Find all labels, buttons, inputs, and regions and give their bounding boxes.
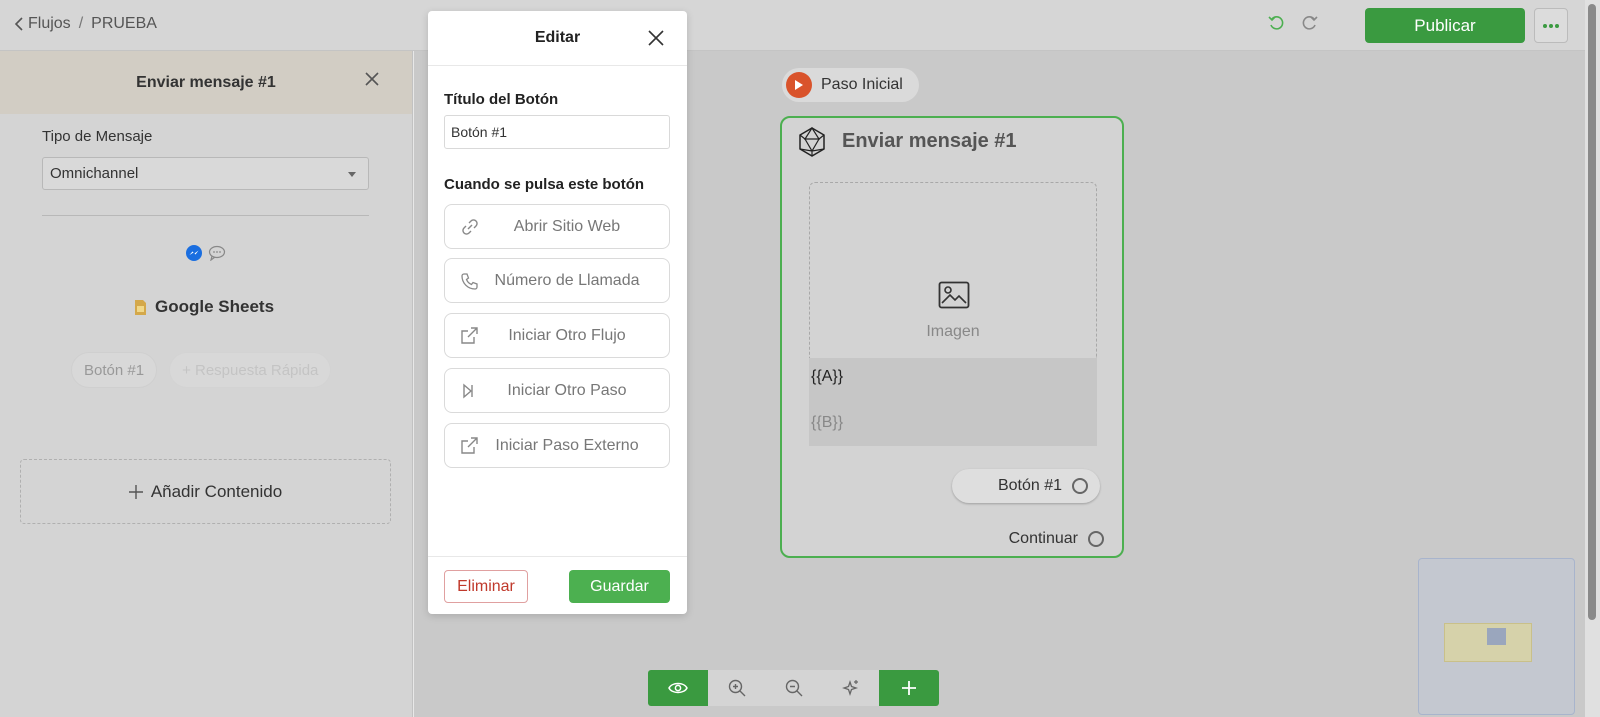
button-title-input[interactable] (444, 115, 670, 149)
scrollbar-thumb[interactable] (1588, 4, 1596, 620)
plus-icon (902, 681, 916, 695)
google-sheets-icon (135, 299, 146, 315)
edit-button-modal: Editar Título del Botón Cuando se pulsa … (428, 11, 687, 614)
continue-label: Continuar (1008, 530, 1078, 547)
node-button[interactable]: Botón #1 (952, 469, 1100, 503)
undo-redo-group (1268, 14, 1318, 37)
canvas-controls (648, 670, 939, 706)
publish-button[interactable]: Publicar (1365, 8, 1525, 43)
save-button[interactable]: Guardar (569, 570, 670, 603)
breadcrumb-back-label: Flujos (28, 15, 71, 32)
panel-title: Enviar mensaje #1 (136, 73, 276, 91)
panel-header: Enviar mensaje #1 (0, 51, 412, 114)
minimap[interactable] (1418, 558, 1575, 715)
button-chips: Botón #1 + Respuesta Rápida (71, 352, 332, 388)
caret-down-icon (348, 172, 356, 177)
undo-icon[interactable] (1268, 14, 1286, 37)
node-button-label: Botón #1 (997, 477, 1062, 494)
when-pressed-label: Cuando se pulsa este botón (444, 176, 645, 193)
modal-header: Editar (428, 11, 687, 66)
step-editor-panel: Enviar mensaje #1 Tipo de Mensaje Omnich… (0, 51, 413, 717)
play-icon (786, 72, 812, 98)
minimap-viewport[interactable] (1487, 628, 1506, 645)
delete-button[interactable]: Eliminar (444, 570, 528, 603)
action-start-other-step[interactable]: Iniciar Otro Paso (444, 368, 670, 413)
image-label: Imagen (926, 323, 980, 340)
start-step-chip[interactable]: Paso Inicial (782, 68, 919, 102)
continue-connector-port[interactable] (1088, 531, 1104, 547)
more-dots-icon (1543, 23, 1559, 28)
button-title-label: Título del Botón (444, 91, 559, 108)
message-type-label: Tipo de Mensaje (42, 128, 153, 145)
sparkles-icon (841, 679, 858, 697)
continue-output: Continuar (1009, 530, 1104, 548)
action-label: Iniciar Paso Externo (495, 436, 639, 454)
chevron-left-icon (14, 17, 23, 31)
message-type-select[interactable]: Omnichannel (42, 157, 369, 190)
divider (42, 215, 369, 216)
breadcrumb: Flujos / PRUEBA (14, 15, 157, 33)
node-title: Enviar mensaje #1 (842, 130, 1017, 152)
plus-icon (128, 484, 143, 499)
close-icon[interactable] (647, 29, 665, 52)
action-phone-number[interactable]: Número de Llamada (444, 258, 670, 303)
google-sheets-integration[interactable]: Google Sheets (134, 297, 274, 317)
action-label: Iniciar Otro Flujo (508, 326, 626, 344)
modal-footer: Eliminar Guardar (428, 556, 687, 614)
message-node[interactable]: Enviar mensaje #1 Imagen {{A}} {{B}} Bot… (780, 116, 1124, 558)
message-text-block[interactable]: {{A}} {{B}} (809, 358, 1097, 446)
top-bar: Flujos / PRUEBA Publicar (0, 0, 1585, 51)
modal-title: Editar (534, 29, 581, 46)
button-connector-port[interactable] (1072, 478, 1088, 494)
breadcrumb-separator: / (78, 15, 84, 32)
zoom-out-button[interactable] (765, 670, 822, 706)
zoom-in-icon (728, 679, 745, 697)
google-sheets-label: Google Sheets (155, 297, 275, 316)
quick-reply-chip[interactable]: + Respuesta Rápida (169, 352, 332, 388)
action-start-external-step[interactable]: Iniciar Paso Externo (444, 423, 670, 468)
action-label: Número de Llamada (494, 271, 640, 289)
variable-a: {{A}} (811, 368, 844, 385)
more-options-button[interactable] (1534, 8, 1568, 43)
zoom-in-button[interactable] (708, 670, 765, 706)
chat-bubble-icon (208, 245, 226, 261)
message-type-value: Omnichannel (50, 165, 139, 182)
redo-icon[interactable] (1300, 14, 1318, 37)
preview-button[interactable] (648, 670, 708, 706)
add-step-button[interactable] (879, 670, 939, 706)
add-content-button[interactable]: Añadir Contenido (20, 459, 391, 524)
close-icon[interactable] (364, 71, 380, 92)
button-chip[interactable]: Botón #1 (71, 352, 158, 388)
channel-icons (186, 245, 226, 261)
image-placeholder[interactable]: Imagen (809, 182, 1097, 358)
eye-icon (668, 682, 688, 694)
add-content-label: Añadir Contenido (150, 481, 283, 501)
page-scrollbar[interactable] (1585, 0, 1600, 717)
variable-b: {{B}} (811, 414, 844, 431)
action-open-website[interactable]: Abrir Sitio Web (444, 204, 670, 249)
action-label: Abrir Sitio Web (513, 217, 621, 235)
back-link[interactable]: Flujos (14, 15, 71, 33)
start-step-label: Paso Inicial (821, 76, 903, 93)
action-label: Iniciar Otro Paso (507, 381, 627, 399)
messenger-icon (186, 245, 202, 261)
image-icon (938, 281, 970, 314)
action-start-other-flow[interactable]: Iniciar Otro Flujo (444, 313, 670, 358)
breadcrumb-current: PRUEBA (91, 15, 157, 32)
auto-layout-button[interactable] (822, 670, 879, 706)
zoom-out-icon (785, 679, 802, 697)
icosahedron-icon (798, 126, 826, 162)
